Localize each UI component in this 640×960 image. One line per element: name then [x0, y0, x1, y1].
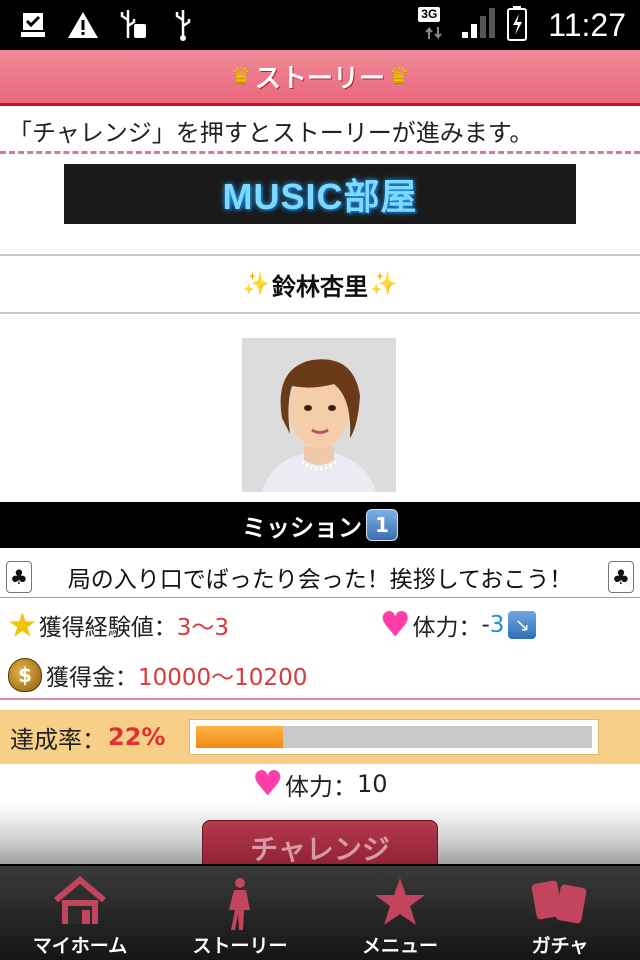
exp-label: 獲得経験値：: [38, 615, 177, 641]
heart-icon: ♥: [380, 605, 411, 645]
tab-label: メニュー: [361, 935, 438, 957]
network-type-label: 3G: [418, 7, 441, 22]
achievement-label: 達成率：: [10, 725, 106, 754]
tab-label: ガチャ: [531, 935, 589, 957]
money-reward-row: $ 獲得金： 10000〜10200: [0, 652, 640, 700]
tab-label: ストーリー: [192, 935, 288, 957]
achievement-percent: 22%: [108, 723, 166, 751]
page-title: ストーリー: [254, 64, 385, 94]
warning-icon: [66, 8, 100, 42]
spade-card-icon: ♣: [608, 560, 634, 593]
music-room-banner[interactable]: MUSIC部屋: [64, 164, 576, 224]
usb-debug-icon: [116, 8, 150, 42]
walking-person-icon: [222, 876, 258, 936]
star-icon: [373, 876, 427, 932]
exp-reward: ★ 獲得経験値： 3〜3: [0, 606, 380, 644]
star-icon: ★: [8, 606, 37, 644]
crown-icon: ♛: [389, 64, 409, 89]
tab-menu[interactable]: メニュー: [320, 866, 480, 960]
stamina-cost: ♥ 体力： - 3 ↘: [380, 605, 537, 645]
intro-text: 「チャレンジ」を押すとストーリーが進みます。: [0, 116, 640, 154]
player-stamina-value: 10: [356, 770, 388, 798]
tab-my-home[interactable]: マイホーム: [0, 866, 160, 960]
player-stamina: ♥ 体力： 10: [0, 764, 640, 804]
achievement-progress-bar: [190, 720, 598, 754]
spade-card-icon: ♣: [6, 560, 32, 593]
signal-strength-icon: [460, 6, 496, 44]
tab-story[interactable]: ストーリー: [160, 866, 320, 960]
sparkle-icon: ✨: [242, 271, 270, 297]
usb-icon: [166, 8, 200, 42]
page-title-bar: ♛ ストーリー ♛: [0, 50, 640, 106]
stamina-cost-label: 体力：: [412, 615, 482, 641]
mission-header: ミッション 1: [0, 502, 640, 548]
tab-label: マイホーム: [32, 935, 128, 957]
money-reward: $ 獲得金： 10000〜10200: [0, 658, 307, 692]
network-type-icon: 3G: [418, 7, 450, 43]
money-bag-icon: $: [8, 658, 42, 692]
progress-fill: [196, 726, 284, 748]
progress-track: [196, 726, 592, 748]
exp-value: 3〜3: [176, 615, 229, 641]
mission-title: ミッション: [242, 513, 362, 542]
character-name: 鈴林杏里: [272, 272, 368, 301]
stamina-cost-sign: -: [481, 612, 490, 638]
stamina-cost-value: 3: [489, 612, 505, 638]
download-done-icon: [16, 8, 50, 42]
player-stamina-label: 体力：: [284, 772, 357, 801]
money-value: 10000〜10200: [138, 665, 308, 691]
clock: 11:27: [548, 6, 626, 43]
mission-description: 局の入り口でばったり会った！挨拶しておこう！: [67, 566, 573, 593]
mission-number-badge: 1: [366, 509, 398, 541]
mission-description-row: ♣ 局の入り口でばったり会った！挨拶しておこう！ ♣: [0, 556, 640, 598]
bottom-tab-bar: マイホーム ストーリー メニュー ガチャ: [0, 864, 640, 960]
arrow-down-right-icon: ↘: [508, 611, 537, 639]
screen: 3G 11:27 ♛ ストーリー ♛ 「チャレンジ」を押すとストーリーが進みます…: [0, 0, 640, 960]
cards-icon: [530, 876, 590, 932]
money-label: 獲得金：: [46, 665, 138, 691]
banner-text: MUSIC部屋: [222, 176, 418, 217]
heart-icon: ♥: [252, 764, 283, 804]
status-bar: 3G 11:27: [0, 0, 640, 50]
challenge-area: チャレンジ: [0, 804, 640, 876]
crown-icon: ♛: [231, 64, 251, 89]
battery-charging-icon: [506, 5, 528, 45]
achievement-row: 達成率： 22%: [0, 710, 640, 764]
home-icon: [52, 876, 108, 932]
mission-rewards-row: ★ 獲得経験値： 3〜3 ♥ 体力： - 3 ↘: [0, 600, 640, 650]
character-name-bar: ✨ 鈴林杏里 ✨: [0, 254, 640, 314]
sparkle-icon: ✨: [370, 271, 398, 297]
tab-gacha[interactable]: ガチャ: [480, 866, 640, 960]
character-portrait: [242, 338, 396, 492]
